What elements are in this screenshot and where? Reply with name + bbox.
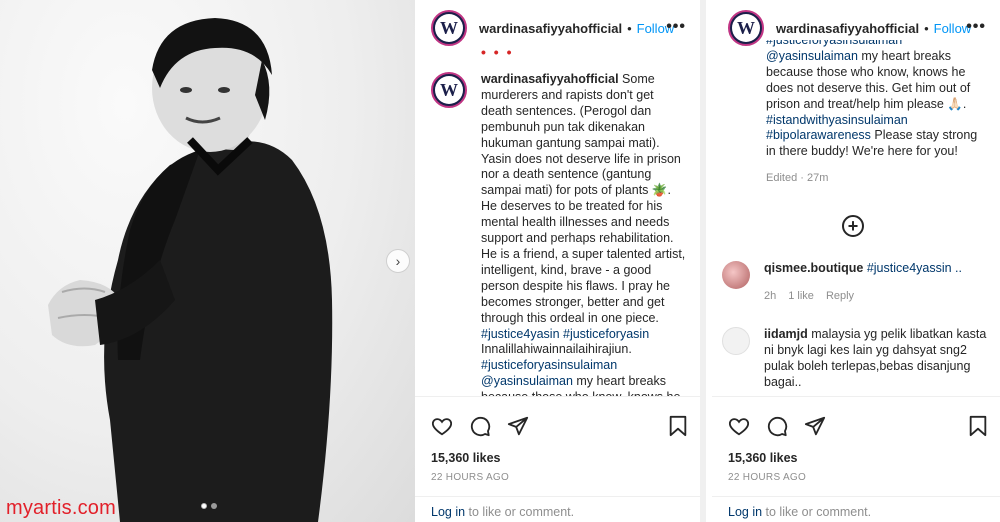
comments-scroll-area[interactable]: #justiceforyasinsulaiman @yasinsulaiman …	[712, 40, 1000, 396]
caption-username[interactable]: wardinasafiyyahofficial	[481, 72, 619, 86]
login-prompt: Log in to like or comment.	[712, 496, 1000, 522]
brand-logo-icon: W	[732, 14, 760, 42]
hashtag-link[interactable]: #justice4yasin	[481, 327, 560, 341]
post-timestamp[interactable]: 22 HOURS AGO	[431, 472, 509, 483]
separator-dot: •	[627, 20, 632, 36]
photo-illustration	[48, 18, 333, 522]
hashtag-link[interactable]: #justiceforyasinsulaiman	[766, 40, 902, 47]
share-icon[interactable]	[804, 415, 826, 437]
author-username[interactable]: wardinasafiyyahofficial	[479, 21, 622, 36]
author-username[interactable]: wardinasafiyyahofficial	[776, 21, 919, 36]
comment-username[interactable]: iidamjd	[764, 327, 808, 341]
avatar[interactable]: W	[431, 72, 467, 108]
comment-like-count[interactable]: 1 like	[788, 290, 814, 302]
avatar[interactable]: W	[431, 10, 467, 46]
caption: W wardinasafiyyahofficial Some murderers…	[415, 60, 700, 396]
watermark: myartis.com	[6, 497, 116, 519]
comment-hashtag[interactable]: #justice4yassin ..	[867, 261, 962, 275]
commenter-avatar[interactable]	[722, 261, 750, 289]
separator-dot: •	[924, 20, 929, 36]
comment-body: qismee.boutique #justice4yassin .. 2h 1 l…	[764, 261, 962, 305]
caption-text: wardinasafiyyahofficial Some murderers a…	[481, 72, 686, 396]
login-prompt-text: to like or comment.	[465, 505, 575, 519]
hashtag-link[interactable]: @yasinsulaiman	[481, 374, 573, 388]
post-actions: 15,360 likes 22 HOURS AGO Log in to like…	[712, 396, 1000, 522]
more-icon[interactable]: •••	[966, 18, 986, 36]
hashtag-link[interactable]: #justiceforyasin	[563, 327, 649, 341]
heart-icon[interactable]	[431, 415, 453, 437]
plus-circle-icon[interactable]: +	[842, 215, 864, 237]
post-timestamp[interactable]: 22 HOURS AGO	[728, 472, 806, 483]
caption-scroll-area[interactable]: W wardinasafiyyahofficial Some murderers…	[415, 60, 700, 396]
post-photo: › myartis.com	[0, 0, 415, 522]
brand-logo-icon: W	[435, 76, 463, 104]
login-link[interactable]: Log in	[431, 505, 465, 519]
comment-icon[interactable]	[469, 415, 491, 437]
more-icon[interactable]: •••	[666, 18, 686, 36]
carousel-dots	[201, 503, 217, 509]
bookmark-icon[interactable]	[968, 415, 988, 437]
hashtag-link[interactable]: #bipolarawareness	[766, 128, 871, 142]
carousel-dot[interactable]	[211, 503, 217, 509]
comment-icon[interactable]	[766, 415, 788, 437]
login-prompt: Log in to like or comment.	[415, 496, 700, 522]
post-panel-right: W wardinasafiyyahofficial • Follow ••• #…	[712, 0, 1000, 522]
post-panel-left: W wardinasafiyyahofficial • Follow ••• •…	[415, 0, 706, 522]
commenter-avatar[interactable]	[722, 327, 750, 355]
carousel-dot-active	[201, 503, 207, 509]
heart-icon[interactable]	[728, 415, 750, 437]
hashtag-link[interactable]: @yasinsulaiman	[766, 49, 858, 63]
comment-meta: 2h 1 like Reply	[764, 289, 962, 305]
caption-segment: Some murderers and rapists don't get dea…	[481, 72, 686, 325]
chevron-right-icon: ›	[395, 253, 401, 269]
login-link[interactable]: Log in	[728, 505, 762, 519]
comment-body: iidamjd malaysia yg pelik libatkan kasta…	[764, 327, 992, 391]
comment-username[interactable]: qismee.boutique	[764, 261, 863, 275]
hashtag-link[interactable]: #istandwithyasinsulaiman	[766, 113, 908, 127]
edited-label: Edited · 27m	[766, 172, 829, 185]
post-actions: 15,360 likes 22 HOURS AGO Log in to like…	[415, 396, 700, 522]
carousel-next-button[interactable]: ›	[386, 249, 410, 273]
comment-item: qismee.boutique #justice4yassin .. 2h 1 l…	[722, 261, 992, 305]
post-header: W wardinasafiyyahofficial • Follow •••	[415, 0, 700, 56]
reply-button[interactable]: Reply	[826, 290, 854, 302]
caption-segment: Innalillahiwainnailaihirajiun.	[481, 342, 632, 357]
bookmark-icon[interactable]	[668, 415, 688, 437]
hashtag-link[interactable]: #justiceforyasinsulaiman	[481, 358, 617, 372]
comment-age[interactable]: 2h	[764, 290, 776, 302]
caption-text: #justiceforyasinsulaiman @yasinsulaiman …	[712, 40, 1000, 160]
brand-logo-icon: W	[435, 14, 463, 42]
comment-item: iidamjd malaysia yg pelik libatkan kasta…	[722, 327, 992, 391]
decorative-dots: • • •	[481, 44, 514, 60]
login-prompt-text: to like or comment.	[762, 505, 872, 519]
like-count[interactable]: 15,360 likes	[431, 451, 501, 465]
like-count[interactable]: 15,360 likes	[728, 451, 798, 465]
share-icon[interactable]	[507, 415, 529, 437]
